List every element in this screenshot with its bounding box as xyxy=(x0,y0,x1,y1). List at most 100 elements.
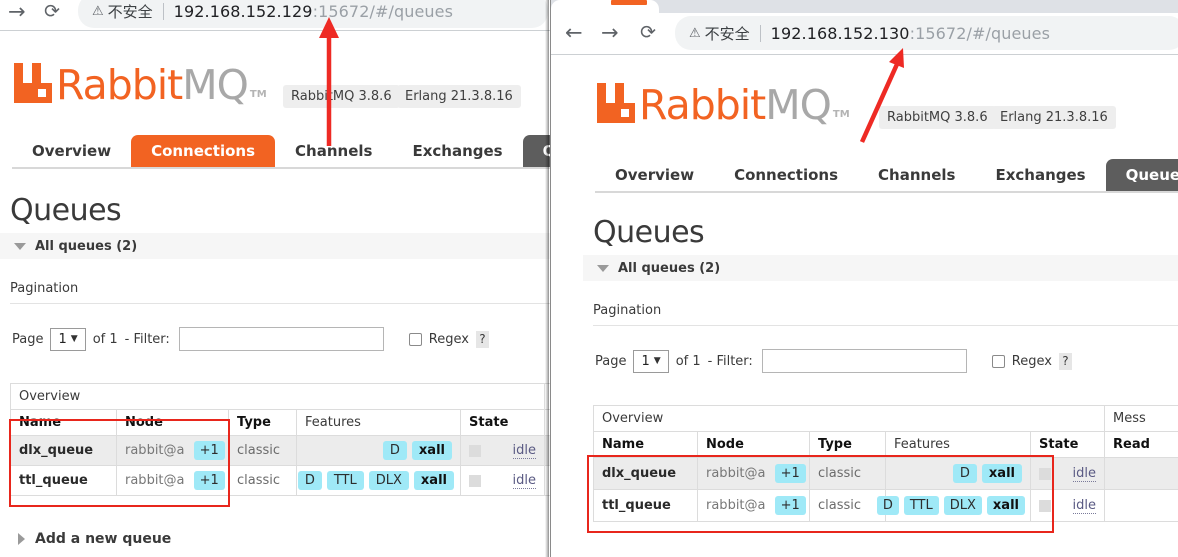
left-table-group-header: Overview xyxy=(9,383,546,410)
regex-label: Regex xyxy=(428,331,469,347)
left-url-path: :15672/#/queues xyxy=(312,1,454,21)
regex-help-icon[interactable]: ? xyxy=(1058,352,1072,370)
back-arrow-icon[interactable]: ← xyxy=(565,22,583,44)
right-table-group-header-messages: Mess xyxy=(1104,405,1178,432)
left-browser-toolbar: → ⟳ ⚠ 不安全 192.168.152.129:15672/#/queues xyxy=(0,0,552,28)
right-browser-tabstrip xyxy=(551,0,1178,13)
features-list: D TTL DLX xall xyxy=(297,471,454,490)
left-table-group-header-row: Overview xyxy=(9,383,552,410)
state-label: idle xyxy=(512,442,537,459)
logo-tm-mark: TM xyxy=(832,109,850,120)
regex-help-icon[interactable]: ? xyxy=(475,330,489,348)
tab-channels[interactable]: Channels xyxy=(858,159,975,191)
tab-connections[interactable]: Connections xyxy=(714,159,858,191)
row-ready xyxy=(1104,489,1178,522)
left-add-queue-link[interactable]: Add a new queue xyxy=(18,531,171,547)
rabbitmq-wordmark: RabbitMQ xyxy=(56,65,249,106)
right-url-host: 192.168.152.130 xyxy=(770,23,910,43)
chevron-right-icon xyxy=(18,533,25,545)
inactive-browser-tab[interactable] xyxy=(747,0,1047,13)
tab-exchanges[interactable]: Exchanges xyxy=(392,135,522,167)
warning-triangle-icon: ⚠ xyxy=(92,3,104,19)
left-pagination-controls: Page 1 ▼ of 1 - Filter: Regex ? xyxy=(12,325,489,353)
right-security-warning[interactable]: ⚠ 不安全 xyxy=(689,23,750,44)
chevron-down-icon: ▼ xyxy=(653,356,661,366)
tab-connections[interactable]: Connections xyxy=(131,135,276,167)
col-ready[interactable]: Read xyxy=(1104,431,1178,458)
tab-queues[interactable]: Queues xyxy=(1105,159,1178,191)
left-rabbitmq-logo[interactable]: RabbitMQ TM xyxy=(12,61,267,106)
col-state[interactable]: State xyxy=(459,409,546,436)
right-all-queues-header[interactable]: All queues (2) xyxy=(583,255,1178,281)
feature-chip[interactable]: D xyxy=(382,441,407,460)
left-rabbitmq-tabs: Overview Connections Channels Exchanges … xyxy=(12,135,552,167)
right-pagination-controls: Page 1 ▼ of 1 - Filter: Regex ? xyxy=(595,347,1072,375)
row-state: idle xyxy=(459,465,546,496)
tab-exchanges[interactable]: Exchanges xyxy=(975,159,1105,191)
right-table-group-header-row: Overview Mess xyxy=(592,405,1178,432)
col-features[interactable]: Features xyxy=(885,431,1031,458)
page-label: Page xyxy=(595,353,627,369)
right-rabbitmq-logo[interactable]: RabbitMQ TM xyxy=(595,81,850,126)
right-address-bar[interactable]: ⚠ 不安全 192.168.152.130:15672/#/queues xyxy=(675,16,1178,50)
feature-chip[interactable]: xall xyxy=(413,471,454,490)
tab-channels[interactable]: Channels xyxy=(275,135,392,167)
reload-icon[interactable]: ⟳ xyxy=(44,2,60,22)
forward-arrow-icon[interactable]: → xyxy=(601,22,619,44)
row-type: classic xyxy=(228,435,297,466)
state-indicator-icon xyxy=(469,474,481,487)
col-state[interactable]: State xyxy=(1029,431,1106,458)
row-features: D xall xyxy=(296,435,461,466)
feature-chip[interactable]: xall xyxy=(411,441,452,460)
right-version-badge-rabbitmq: RabbitMQ 3.8.6 xyxy=(879,106,996,129)
screenshot-root: → ⟳ ⚠ 不安全 192.168.152.129:15672/#/queues xyxy=(0,0,1178,557)
left-tabs-rule xyxy=(12,167,552,169)
col-node[interactable]: Node xyxy=(697,431,810,458)
regex-checkbox[interactable] xyxy=(991,354,1005,368)
filter-input[interactable] xyxy=(761,349,967,373)
regex-checkbox[interactable] xyxy=(408,332,422,346)
state-label: idle xyxy=(1072,497,1097,514)
feature-chip[interactable]: DLX xyxy=(368,471,409,490)
left-all-queues-header[interactable]: All queues (2) xyxy=(0,233,552,259)
filter-input[interactable] xyxy=(178,327,384,351)
chevron-down-icon xyxy=(14,242,26,250)
left-pagination-rule xyxy=(10,303,552,304)
left-address-bar[interactable]: ⚠ 不安全 192.168.152.129:15672/#/queues xyxy=(78,0,548,28)
reload-icon[interactable]: ⟳ xyxy=(640,23,656,43)
filter-label: - Filter: xyxy=(124,331,170,347)
regex-label: Regex xyxy=(1011,353,1052,369)
page-select[interactable]: 1 ▼ xyxy=(633,349,669,373)
tab-overview[interactable]: Overview xyxy=(595,159,714,191)
omnibox-divider xyxy=(162,2,164,20)
left-pagination-label: Pagination xyxy=(10,281,79,296)
logo-word-rabbit: Rabbit xyxy=(56,61,183,110)
filter-label: - Filter: xyxy=(707,353,753,369)
rabbitmq-logo-mark xyxy=(14,63,52,103)
page-select[interactable]: 1 ▼ xyxy=(50,327,86,351)
right-url-path: :15672/#/queues xyxy=(909,23,1051,43)
page-of-label: of 1 xyxy=(675,353,701,369)
page-label: Page xyxy=(12,331,44,347)
left-annotation-box xyxy=(9,419,230,507)
page-select-value: 1 xyxy=(58,331,67,347)
row-state: idle xyxy=(459,435,546,466)
feature-chip[interactable]: D xyxy=(297,471,322,490)
col-type[interactable]: Type xyxy=(228,409,297,436)
col-type[interactable]: Type xyxy=(809,431,886,458)
right-rabbitmq-header: RabbitMQ TM xyxy=(595,81,850,126)
col-features[interactable]: Features xyxy=(296,409,461,436)
left-security-warning[interactable]: ⚠ 不安全 xyxy=(92,1,153,22)
col-name[interactable]: Name xyxy=(593,431,698,458)
tab-overview[interactable]: Overview xyxy=(12,135,131,167)
warning-triangle-icon: ⚠ xyxy=(689,25,701,41)
forward-arrow-icon[interactable]: → xyxy=(8,1,26,23)
rabbitmq-logo-mark xyxy=(597,83,635,123)
state-indicator-icon xyxy=(469,444,481,457)
all-queues-label: All queues (2) xyxy=(618,260,721,276)
right-annotation-box xyxy=(587,455,1054,533)
row-type: classic xyxy=(228,465,297,496)
feature-chip[interactable]: TTL xyxy=(326,471,364,490)
left-version-badge-erlang: Erlang 21.3.8.16 xyxy=(397,85,521,108)
right-table-group-header: Overview xyxy=(592,405,1106,432)
